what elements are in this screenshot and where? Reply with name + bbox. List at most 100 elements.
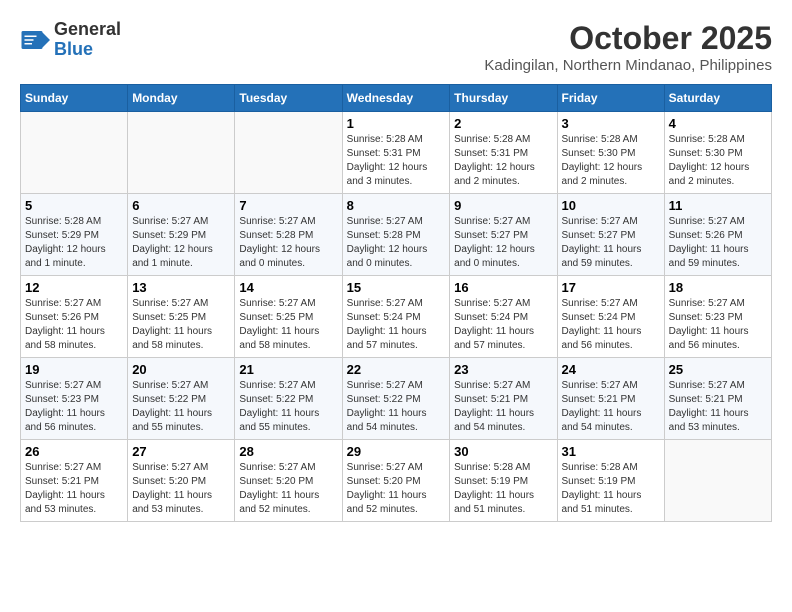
logo-icon [20,25,50,55]
day-info: Sunrise: 5:27 AM Sunset: 5:29 PM Dayligh… [132,215,230,271]
day-number: 30 [454,444,552,459]
day-info: Sunrise: 5:27 AM Sunset: 5:25 PM Dayligh… [132,297,230,353]
day-number: 8 [347,198,446,213]
weekday-header-monday: Monday [128,85,235,112]
weekday-header-row: SundayMondayTuesdayWednesdayThursdayFrid… [21,85,772,112]
calendar-cell: 12 Sunrise: 5:27 AM Sunset: 5:26 PM Dayli… [21,276,128,358]
day-number: 6 [132,198,230,213]
day-info: Sunrise: 5:27 AM Sunset: 5:22 PM Dayligh… [132,379,230,435]
day-number: 12 [25,280,123,295]
day-number: 19 [25,362,123,377]
calendar-cell: 10 Sunrise: 5:27 AM Sunset: 5:27 PM Dayli… [557,194,664,276]
calendar-cell: 30 Sunrise: 5:28 AM Sunset: 5:19 PM Dayli… [450,440,557,522]
calendar-cell: 9Sunrise: 5:27 AM Sunset: 5:27 PM Daylig… [450,194,557,276]
calendar-cell: 22Sunrise: 5:27 AM Sunset: 5:22 PM Dayli… [342,358,450,440]
calendar-cell: 1Sunrise: 5:28 AM Sunset: 5:31 PM Daylig… [342,112,450,194]
calendar-cell: 4 Sunrise: 5:28 AM Sunset: 5:30 PM Daylig… [664,112,771,194]
day-number: 31 [562,444,660,459]
weekday-header-tuesday: Tuesday [235,85,342,112]
day-info: Sunrise: 5:27 AM Sunset: 5:24 PM Dayligh… [347,297,446,353]
day-info: Sunrise: 5:28 AM Sunset: 5:31 PM Dayligh… [347,133,446,189]
day-info: Sunrise: 5:27 AM Sunset: 5:21 PM Dayligh… [454,379,552,435]
day-info: Sunrise: 5:27 AM Sunset: 5:23 PM Dayligh… [669,297,767,353]
calendar-cell [664,440,771,522]
day-info: Sunrise: 5:27 AM Sunset: 5:21 PM Dayligh… [562,379,660,435]
weekday-header-wednesday: Wednesday [342,85,450,112]
day-number: 25 [669,362,767,377]
calendar-cell: 3Sunrise: 5:28 AM Sunset: 5:30 PM Daylig… [557,112,664,194]
day-number: 3 [562,116,660,131]
day-number: 23 [454,362,552,377]
calendar-cell: 31 Sunrise: 5:28 AM Sunset: 5:19 PM Dayli… [557,440,664,522]
calendar-cell: 26Sunrise: 5:27 AM Sunset: 5:21 PM Dayli… [21,440,128,522]
calendar-cell: 16Sunrise: 5:27 AM Sunset: 5:24 PM Dayli… [450,276,557,358]
day-number: 27 [132,444,230,459]
day-number: 14 [239,280,337,295]
day-number: 13 [132,280,230,295]
day-number: 28 [239,444,337,459]
calendar-cell: 7Sunrise: 5:27 AM Sunset: 5:28 PM Daylig… [235,194,342,276]
day-info: Sunrise: 5:28 AM Sunset: 5:31 PM Dayligh… [454,133,552,189]
calendar-cell: 14 Sunrise: 5:27 AM Sunset: 5:25 PM Dayli… [235,276,342,358]
header: General Blue October 2025 Kadingilan, No… [20,20,772,74]
weekday-header-sunday: Sunday [21,85,128,112]
logo-line1: General [54,20,121,40]
day-info: Sunrise: 5:27 AM Sunset: 5:27 PM Dayligh… [562,215,660,271]
day-number: 29 [347,444,446,459]
calendar-cell [21,112,128,194]
calendar-cell [235,112,342,194]
logo: General Blue [20,20,121,60]
day-info: Sunrise: 5:27 AM Sunset: 5:22 PM Dayligh… [239,379,337,435]
day-info: Sunrise: 5:27 AM Sunset: 5:26 PM Dayligh… [669,215,767,271]
calendar-cell: 13 Sunrise: 5:27 AM Sunset: 5:25 PM Dayli… [128,276,235,358]
week-row-3: 12 Sunrise: 5:27 AM Sunset: 5:26 PM Dayli… [21,276,772,358]
week-row-5: 26Sunrise: 5:27 AM Sunset: 5:21 PM Dayli… [21,440,772,522]
day-number: 24 [562,362,660,377]
calendar-cell: 29 Sunrise: 5:27 AM Sunset: 5:20 PM Dayli… [342,440,450,522]
day-number: 11 [669,198,767,213]
day-number: 9 [454,198,552,213]
day-info: Sunrise: 5:28 AM Sunset: 5:19 PM Dayligh… [454,461,552,517]
calendar-cell: 23 Sunrise: 5:27 AM Sunset: 5:21 PM Dayli… [450,358,557,440]
day-info: Sunrise: 5:28 AM Sunset: 5:19 PM Dayligh… [562,461,660,517]
calendar-cell: 18 Sunrise: 5:27 AM Sunset: 5:23 PM Dayli… [664,276,771,358]
day-number: 4 [669,116,767,131]
day-number: 17 [562,280,660,295]
weekday-header-thursday: Thursday [450,85,557,112]
calendar-cell: 6 Sunrise: 5:27 AM Sunset: 5:29 PM Daylig… [128,194,235,276]
calendar-cell: 11 Sunrise: 5:27 AM Sunset: 5:26 PM Dayli… [664,194,771,276]
day-info: Sunrise: 5:27 AM Sunset: 5:26 PM Dayligh… [25,297,123,353]
calendar-cell: 17 Sunrise: 5:27 AM Sunset: 5:24 PM Dayli… [557,276,664,358]
calendar-cell: 20 Sunrise: 5:27 AM Sunset: 5:22 PM Dayli… [128,358,235,440]
calendar-cell: 24 Sunrise: 5:27 AM Sunset: 5:21 PM Dayli… [557,358,664,440]
day-number: 5 [25,198,123,213]
calendar-cell: 5Sunrise: 5:28 AM Sunset: 5:29 PM Daylig… [21,194,128,276]
title-section: October 2025 Kadingilan, Northern Mindan… [484,20,772,74]
day-number: 21 [239,362,337,377]
day-info: Sunrise: 5:27 AM Sunset: 5:20 PM Dayligh… [239,461,337,517]
day-number: 10 [562,198,660,213]
subtitle: Kadingilan, Northern Mindanao, Philippin… [484,57,772,74]
calendar-cell: 27 Sunrise: 5:27 AM Sunset: 5:20 PM Dayli… [128,440,235,522]
calendar-cell: 8Sunrise: 5:27 AM Sunset: 5:28 PM Daylig… [342,194,450,276]
day-number: 15 [347,280,446,295]
week-row-2: 5Sunrise: 5:28 AM Sunset: 5:29 PM Daylig… [21,194,772,276]
day-number: 18 [669,280,767,295]
calendar-cell: 28 Sunrise: 5:27 AM Sunset: 5:20 PM Dayli… [235,440,342,522]
calendar-cell: 15 Sunrise: 5:27 AM Sunset: 5:24 PM Dayli… [342,276,450,358]
calendar-cell: 25 Sunrise: 5:27 AM Sunset: 5:21 PM Dayli… [664,358,771,440]
day-info: Sunrise: 5:27 AM Sunset: 5:25 PM Dayligh… [239,297,337,353]
day-number: 22 [347,362,446,377]
day-info: Sunrise: 5:27 AM Sunset: 5:20 PM Dayligh… [132,461,230,517]
day-number: 16 [454,280,552,295]
day-info: Sunrise: 5:27 AM Sunset: 5:24 PM Dayligh… [562,297,660,353]
day-info: Sunrise: 5:27 AM Sunset: 5:20 PM Dayligh… [347,461,446,517]
month-title: October 2025 [484,20,772,57]
week-row-4: 19 Sunrise: 5:27 AM Sunset: 5:23 PM Dayli… [21,358,772,440]
day-info: Sunrise: 5:27 AM Sunset: 5:23 PM Dayligh… [25,379,123,435]
weekday-header-friday: Friday [557,85,664,112]
calendar-cell: 2Sunrise: 5:28 AM Sunset: 5:31 PM Daylig… [450,112,557,194]
day-info: Sunrise: 5:27 AM Sunset: 5:21 PM Dayligh… [669,379,767,435]
day-number: 20 [132,362,230,377]
day-info: Sunrise: 5:28 AM Sunset: 5:30 PM Dayligh… [669,133,767,189]
